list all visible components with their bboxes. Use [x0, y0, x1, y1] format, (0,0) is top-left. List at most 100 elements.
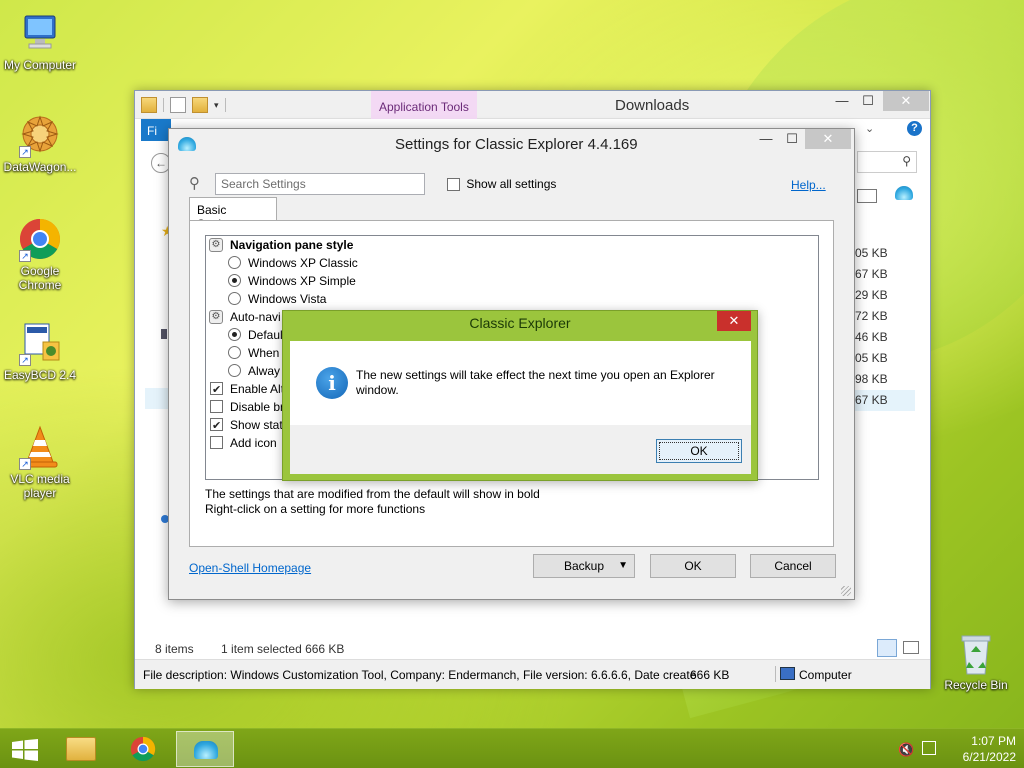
- radio-button[interactable]: [228, 292, 241, 305]
- desktop-icon-recycle-bin[interactable]: Recycle Bin: [936, 632, 1016, 692]
- settings-note: The settings that are modified from the …: [205, 487, 540, 517]
- file-size: 05 KB: [855, 246, 888, 260]
- file-size: 72 KB: [855, 309, 888, 323]
- selection-info: 1 item selected 666 KB: [221, 642, 345, 656]
- separator: [163, 98, 164, 112]
- desktop-icon-label: DataWagon...: [3, 160, 77, 174]
- settings-titlebar[interactable]: Settings for Classic Explorer 4.4.169 — …: [169, 129, 854, 157]
- network-icon[interactable]: [922, 741, 936, 755]
- checkbox-label: Show stat: [230, 418, 283, 432]
- separator: [775, 666, 776, 682]
- vlc-icon: ↗: [17, 424, 63, 470]
- file-size: 29 KB: [855, 288, 888, 302]
- message-dialog[interactable]: Classic Explorer ✕ i The new settings wi…: [282, 310, 758, 481]
- tree-radio[interactable]: Windows XP Classic: [206, 254, 818, 272]
- dialog-ok-button[interactable]: OK: [656, 439, 742, 463]
- radio-button[interactable]: [228, 256, 241, 269]
- customize-qat-icon[interactable]: ▾: [214, 100, 219, 111]
- file-tab[interactable]: Fi: [141, 119, 171, 141]
- note-line: The settings that are modified from the …: [205, 487, 540, 501]
- open-shell-homepage-link[interactable]: Open-Shell Homepage: [189, 561, 311, 575]
- search-box[interactable]: ⚲: [857, 151, 917, 173]
- tree-group[interactable]: ⚙ Navigation pane style: [206, 236, 818, 254]
- preview-pane-icon[interactable]: [857, 189, 877, 203]
- tree-radio[interactable]: Windows XP Simple: [206, 272, 818, 290]
- maximize-button[interactable]: ☐: [779, 129, 805, 149]
- status-bar: 8 items 1 item selected 666 KB: [135, 639, 930, 659]
- minimize-button[interactable]: —: [829, 91, 855, 111]
- cancel-button[interactable]: Cancel: [750, 554, 836, 578]
- file-size: 67 KB: [855, 390, 915, 411]
- computer-nav-icon[interactable]: [161, 329, 167, 339]
- checkbox[interactable]: [210, 417, 223, 435]
- show-all-settings-checkbox[interactable]: Show all settings: [447, 177, 556, 192]
- new-folder-icon[interactable]: [192, 97, 208, 113]
- shortcut-arrow-icon: ↗: [19, 250, 31, 262]
- taskbar: 🔇 1:07 PM 6/21/2022: [0, 728, 1024, 768]
- open-shell-icon[interactable]: [895, 186, 913, 200]
- radio-button[interactable]: [228, 364, 241, 377]
- file-size: 46 KB: [855, 330, 888, 344]
- desktop-icon-vlc[interactable]: ↗ VLC media player: [0, 424, 80, 500]
- taskbar-classic-explorer-settings[interactable]: [176, 731, 234, 767]
- dialog-title: Classic Explorer: [469, 315, 571, 331]
- volume-muted-icon[interactable]: 🔇: [898, 742, 914, 758]
- backup-button[interactable]: Backup ▼: [533, 554, 635, 578]
- desktop-icon-my-computer[interactable]: My Computer: [0, 10, 80, 72]
- close-button[interactable]: ✕: [805, 129, 851, 149]
- ribbon-expand-icon[interactable]: ⌄: [865, 122, 874, 135]
- minimize-button[interactable]: —: [753, 129, 779, 149]
- help-link[interactable]: Help...: [791, 178, 826, 192]
- taskbar-explorer[interactable]: [52, 731, 110, 767]
- radio-button[interactable]: [228, 346, 241, 359]
- checkbox[interactable]: [447, 178, 460, 192]
- taskbar-chrome[interactable]: [114, 731, 172, 767]
- checkbox[interactable]: [210, 400, 223, 413]
- chrome-icon: ↗: [17, 216, 63, 262]
- clock-time: 1:07 PM: [971, 734, 1016, 748]
- tree-radio[interactable]: Windows Vista: [206, 290, 818, 308]
- item-count: 8 items: [155, 642, 194, 656]
- search-settings-input[interactable]: Search Settings: [215, 173, 425, 195]
- checkbox[interactable]: [210, 381, 223, 399]
- info-icon: i: [316, 367, 348, 399]
- details-view-icon[interactable]: [877, 639, 897, 657]
- radio-label: Alway: [248, 364, 281, 378]
- clock[interactable]: 1:07 PM 6/21/2022: [963, 733, 1016, 765]
- large-icons-view-icon[interactable]: [903, 641, 919, 654]
- desktop-icon-easybcd[interactable]: ↗ EasyBCD 2.4: [0, 320, 80, 382]
- desktop-icon-datawagon[interactable]: ↗ DataWagon...: [0, 112, 80, 174]
- tab-basic-settings[interactable]: Basic Settings: [189, 197, 277, 231]
- computer-icon: [17, 10, 63, 56]
- dropdown-arrow-icon: ▼: [618, 560, 628, 571]
- details-bar: File description: Windows Customization …: [135, 659, 930, 689]
- desktop-icon-chrome[interactable]: ↗ Google Chrome: [0, 216, 80, 292]
- desktop-icon-label: My Computer: [3, 58, 77, 72]
- clock-date: 6/21/2022: [962, 750, 1016, 764]
- checkbox[interactable]: [210, 436, 223, 449]
- computer-icon: [780, 667, 795, 680]
- explorer-titlebar[interactable]: ▾ Application Tools Downloads — ☐ ✕: [135, 91, 930, 119]
- maximize-button[interactable]: ☐: [855, 91, 881, 111]
- folder-down-icon[interactable]: [141, 97, 157, 113]
- folder-icon: [66, 737, 96, 761]
- radio-button[interactable]: [228, 274, 241, 287]
- shortcut-arrow-icon: ↗: [19, 354, 31, 366]
- file-description: File description: Windows Customization …: [143, 668, 697, 682]
- dialog-close-button[interactable]: ✕: [717, 311, 751, 331]
- open-shell-icon: [194, 741, 218, 759]
- resize-grip[interactable]: [841, 586, 851, 596]
- application-tools-tab[interactable]: Application Tools: [371, 91, 477, 119]
- windows-start-icon[interactable]: [12, 739, 38, 761]
- ok-button[interactable]: OK: [650, 554, 736, 578]
- tree-group-label: Navigation pane style: [230, 238, 354, 252]
- close-button[interactable]: ✕: [883, 91, 929, 111]
- radio-button[interactable]: [228, 328, 241, 341]
- properties-icon[interactable]: [170, 97, 186, 113]
- radio-label: Windows Vista: [248, 292, 327, 306]
- desktop-icon-label: Google Chrome: [18, 264, 62, 292]
- radio-label: When: [248, 346, 280, 360]
- help-icon[interactable]: ?: [907, 121, 922, 136]
- dialog-footer: OK: [290, 425, 751, 474]
- dialog-body: i The new settings will take effect the …: [290, 341, 751, 474]
